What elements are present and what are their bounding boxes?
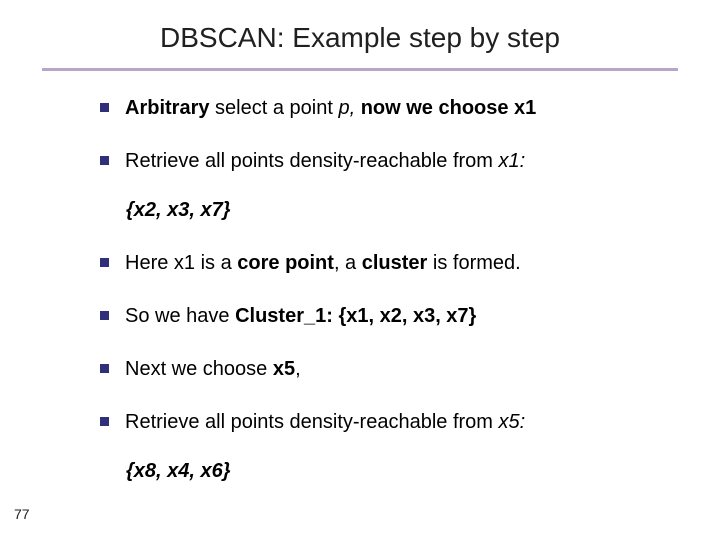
slide: DBSCAN: Example step by step Arbitrary s… <box>0 0 720 540</box>
var-x1: x1: <box>499 150 526 172</box>
text-span: Retrieve all points density-reachable fr… <box>125 411 499 433</box>
slide-title: DBSCAN: Example step by step <box>0 0 720 68</box>
bullet-text: Here x1 is a core point, a cluster is fo… <box>125 250 660 277</box>
text-span: , a <box>334 252 362 274</box>
text-span: select a point <box>215 97 338 119</box>
text-span: Here x1 is a <box>125 252 237 274</box>
bullet-text: So we have Cluster_1: {x1, x2, x3, x7} <box>125 303 660 330</box>
bullet-square-icon <box>100 364 109 373</box>
text-span: is formed. <box>427 252 520 274</box>
page-number: 77 <box>14 506 30 522</box>
bullet-text: Retrieve all points density-reachable fr… <box>125 148 660 175</box>
bullet-text: Next we choose x5, <box>125 356 660 383</box>
bullet-item: Arbitrary select a point p, now we choos… <box>100 95 660 122</box>
bullet-square-icon <box>100 417 109 426</box>
var-p: p, <box>338 97 355 119</box>
bullet-item: Retrieve all points density-reachable fr… <box>100 148 660 175</box>
bold-cluster1: Cluster_1: {x1, x2, x3, x7} <box>235 305 476 327</box>
bullet-item: Here x1 is a core point, a cluster is fo… <box>100 250 660 277</box>
bold-tail: now we choose x1 <box>355 97 536 119</box>
bullet-item: Next we choose x5, <box>100 356 660 383</box>
bullet-item: Retrieve all points density-reachable fr… <box>100 409 660 436</box>
bullet-square-icon <box>100 156 109 165</box>
var-x5: x5: <box>499 411 526 433</box>
bullet-square-icon <box>100 103 109 112</box>
bold-word: Arbitrary <box>125 97 215 119</box>
text-span: Retrieve all points density-reachable fr… <box>125 150 499 172</box>
bold-core: core point <box>237 252 334 274</box>
slide-content: Arbitrary select a point p, now we choos… <box>0 71 720 483</box>
bullet-item: So we have Cluster_1: {x1, x2, x3, x7} <box>100 303 660 330</box>
set-result: {x8, x4, x6} <box>126 460 660 483</box>
text-span: , <box>295 358 301 380</box>
bold-cluster: cluster <box>362 252 428 274</box>
text-span: So we have <box>125 305 235 327</box>
set-result: {x2, x3, x7} <box>126 199 660 222</box>
bullet-text: Arbitrary select a point p, now we choos… <box>125 95 660 122</box>
bullet-square-icon <box>100 258 109 267</box>
bold-x5: x5 <box>273 358 295 380</box>
bullet-square-icon <box>100 311 109 320</box>
text-span: Next we choose <box>125 358 273 380</box>
bullet-text: Retrieve all points density-reachable fr… <box>125 409 660 436</box>
